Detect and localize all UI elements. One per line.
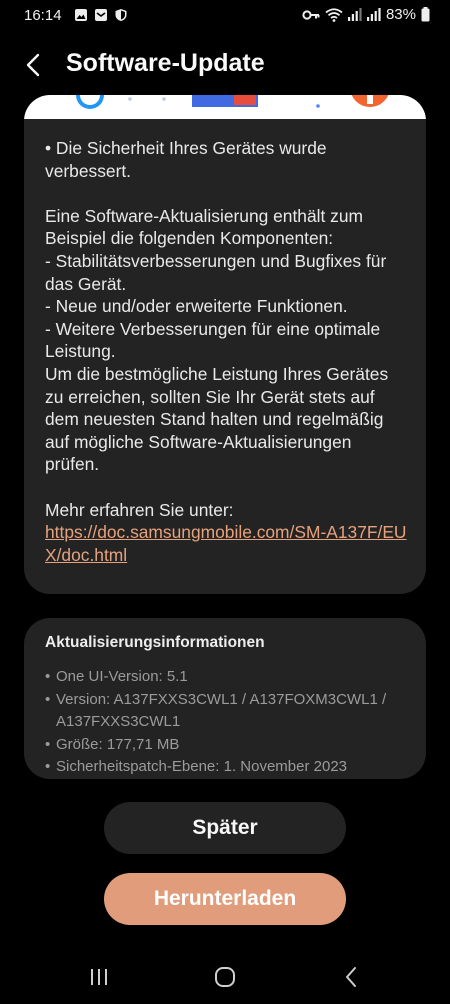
download-button[interactable]: Herunterladen: [104, 873, 346, 925]
notification-icons: [74, 8, 128, 22]
mail-icon: [95, 9, 107, 21]
illustration-graphic: [76, 95, 389, 109]
back-button[interactable]: [16, 50, 50, 80]
battery-percent: 83%: [385, 6, 416, 23]
update-info-card: Aktualisierungsinformationen One UI-Vers…: [24, 618, 426, 779]
image-icon: [75, 9, 87, 21]
page-title: Software-Update: [66, 49, 265, 77]
more-info-link[interactable]: https://doc.samsungmobile.com/SM-A137F/E…: [45, 521, 410, 566]
update-info-list: One UI-Version: 5.1 Version: A137FXXS3CW…: [45, 666, 415, 779]
battery-icon: [421, 7, 430, 22]
wifi-icon: [325, 7, 343, 22]
release-notes-card: • Die Sicherheit Ihres Gerätes wurde ver…: [24, 95, 426, 594]
app-bar: Software-Update: [0, 38, 450, 92]
info-version: Version: A137FXXS3CWL1 / A137FOXM3CWL1 /…: [45, 689, 415, 734]
navigation-bar: [0, 952, 450, 1004]
info-size: Größe: 177,71 MB: [45, 734, 415, 757]
back-nav-icon: [346, 967, 356, 987]
update-illustration: [24, 95, 426, 119]
signal-icon: [347, 8, 362, 21]
recents-button[interactable]: [79, 962, 119, 992]
back-arrow-icon: [26, 53, 40, 77]
system-status: 83%: [302, 6, 430, 23]
home-icon: [215, 967, 235, 987]
back-nav-button[interactable]: [331, 962, 371, 992]
key-icon: [302, 9, 320, 20]
home-button[interactable]: [205, 962, 245, 992]
release-notes-text: • Die Sicherheit Ihres Gerätes wurde ver…: [45, 137, 410, 566]
update-info-title: Aktualisierungsinformationen: [45, 634, 265, 651]
recents-icon: [91, 969, 107, 985]
later-button[interactable]: Später: [104, 802, 346, 854]
shield-icon: [115, 9, 127, 21]
info-ui-version: One UI-Version: 5.1: [45, 666, 415, 689]
notes-body: • Die Sicherheit Ihres Gerätes wurde ver…: [45, 138, 389, 520]
status-time: 16:14: [24, 7, 62, 24]
signal-icon: [366, 8, 381, 21]
info-security-patch: Sicherheitspatch-Ebene: 1. November 2023: [45, 756, 415, 779]
status-bar: 16:14 83%: [0, 0, 450, 32]
